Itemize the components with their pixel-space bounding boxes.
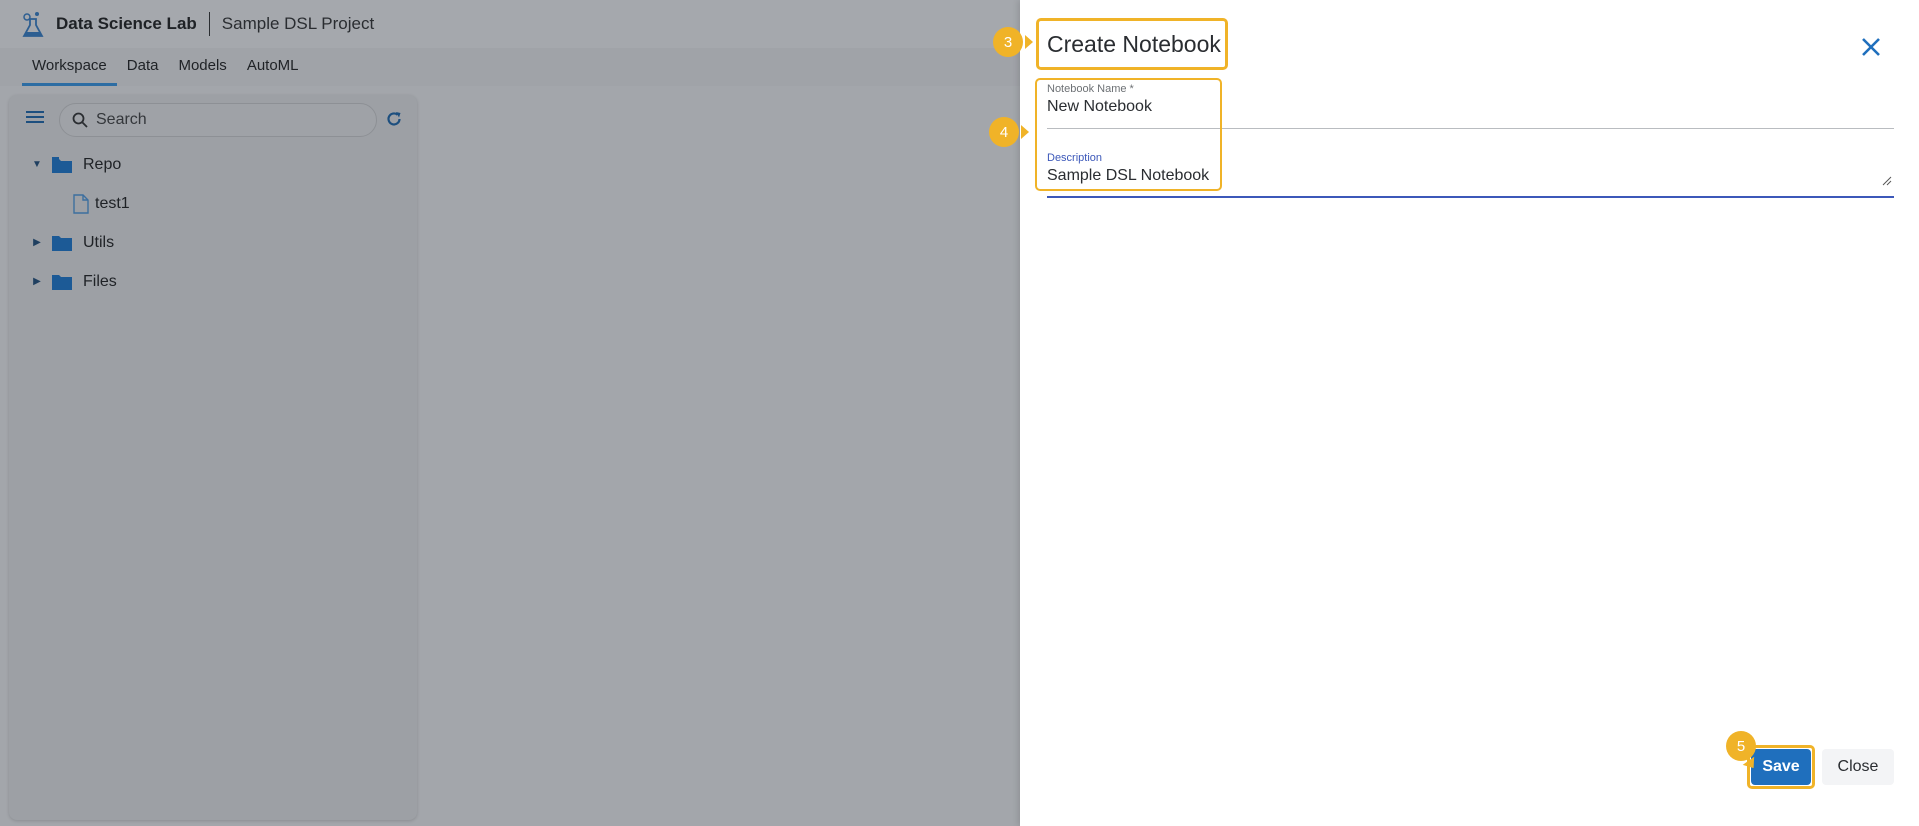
search-input[interactable] [96,111,356,129]
caret-right-icon[interactable]: ▶ [29,276,45,287]
notebook-name-label: Notebook Name * [1047,83,1134,95]
project-name: Sample DSL Project [221,14,375,33]
step-badge-4: 4 [989,117,1029,147]
tree-label: Repo [83,155,122,173]
header-divider [208,12,210,36]
create-notebook-panel: Create Notebook Notebook Name * Descript… [1020,0,1919,826]
tree-item-repo[interactable]: ▼ Repo [29,145,130,184]
save-button[interactable]: Save [1751,749,1811,785]
notebook-name-input[interactable] [1047,98,1747,116]
tree-item-files[interactable]: ▶ Files [29,262,130,301]
modal-title: Create Notebook [1047,31,1221,57]
step-badge-5: 5 [1726,731,1756,761]
tree-item-test1[interactable]: test1 [29,184,130,223]
close-button[interactable]: Close [1822,749,1894,785]
tree-label: Files [83,272,117,290]
folder-icon [52,274,72,290]
refresh-icon[interactable] [384,109,404,129]
description-input[interactable] [1047,167,1747,185]
resize-handle-icon[interactable] [1882,176,1892,186]
tab-automl[interactable]: AutoML [237,48,309,86]
tab-models[interactable]: Models [168,48,236,86]
tab-data[interactable]: Data [117,48,169,86]
description-underline [1047,196,1894,198]
file-icon [73,193,89,214]
tree-label: test1 [95,194,130,212]
workspace-sidebar: ▼ Repo test1 ▶ Utils ▶ F [9,95,417,820]
folder-open-icon [52,156,72,173]
search-icon [72,112,88,128]
tab-workspace[interactable]: Workspace [22,48,117,86]
folder-icon [52,235,72,251]
file-tree: ▼ Repo test1 ▶ Utils ▶ Files [29,145,130,301]
tree-label: Utils [83,233,115,251]
step-badge-3: 3 [993,27,1033,57]
caret-right-icon[interactable]: ▶ [29,237,45,248]
hamburger-menu-icon[interactable] [26,107,46,127]
flask-logo-icon [18,9,48,39]
notebook-name-underline [1047,128,1894,129]
app-name: Data Science Lab [56,14,197,33]
search-box[interactable] [59,103,377,137]
tree-item-utils[interactable]: ▶ Utils [29,223,130,262]
caret-down-icon[interactable]: ▼ [29,159,45,170]
close-icon[interactable] [1860,36,1882,58]
description-label: Description [1047,152,1103,164]
